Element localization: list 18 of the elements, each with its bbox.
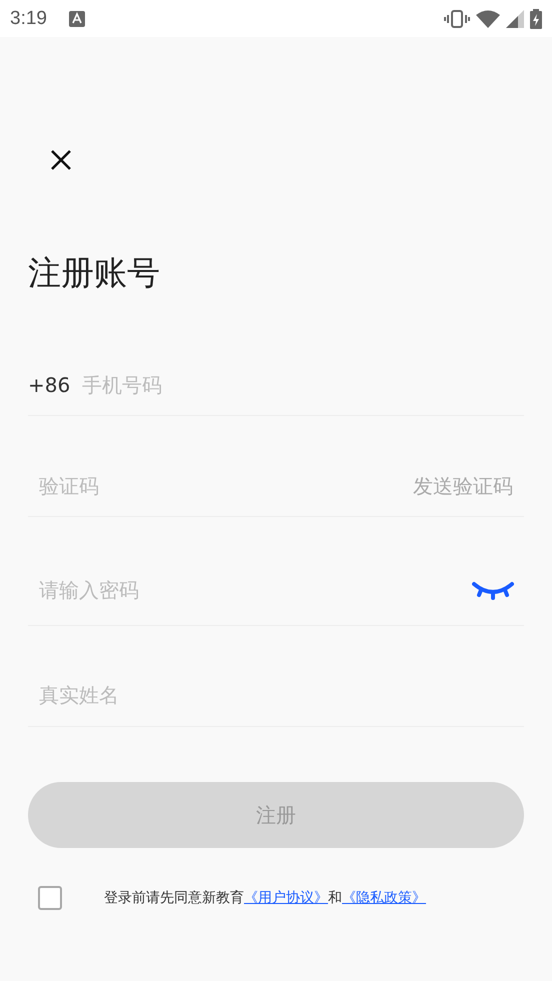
agreement-checkbox[interactable] xyxy=(38,886,62,910)
keyboard-notification-icon xyxy=(68,10,85,26)
code-input[interactable]: 验证码 xyxy=(28,474,413,498)
clock: 3:19 xyxy=(10,8,47,30)
country-code: +86 xyxy=(28,373,70,397)
wifi-icon xyxy=(476,10,500,28)
closed-eye-icon[interactable] xyxy=(472,580,514,600)
phone-input[interactable]: 手机号码 xyxy=(82,373,524,397)
password-input[interactable]: 请输入密码 xyxy=(28,578,472,602)
agreement-text: 登录前请先同意新教育《用户协议》和《隐私政策》 xyxy=(104,889,426,907)
vibrate-icon xyxy=(444,8,470,28)
privacy-policy-link[interactable]: 《隐私政策》 xyxy=(342,890,426,906)
name-input[interactable]: 真实姓名 xyxy=(28,683,524,707)
user-agreement-link[interactable]: 《用户协议》 xyxy=(244,890,328,906)
close-button[interactable] xyxy=(50,149,72,171)
page-title: 注册账号 xyxy=(28,253,161,293)
signal-icon xyxy=(506,10,524,28)
battery-charging-icon xyxy=(530,8,542,28)
